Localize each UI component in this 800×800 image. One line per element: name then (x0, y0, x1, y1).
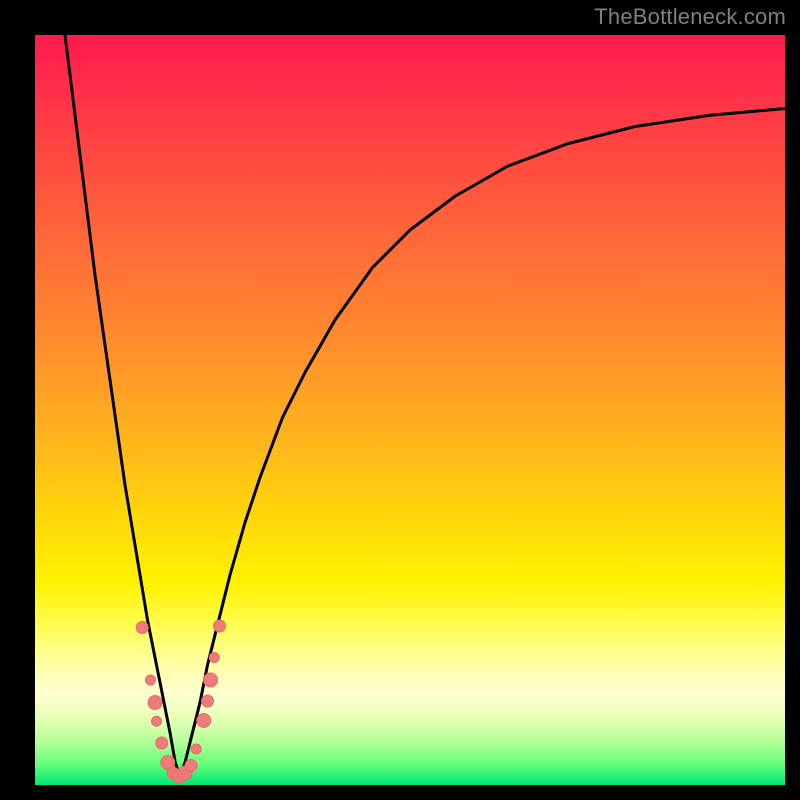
highlight-point (191, 744, 201, 754)
chart-frame: TheBottleneck.com (0, 0, 800, 800)
highlight-point (152, 716, 162, 726)
bottleneck-curve (65, 35, 785, 776)
watermark-text: TheBottleneck.com (594, 4, 786, 30)
highlight-point (204, 673, 218, 687)
highlight-point (185, 760, 197, 772)
highlight-point (197, 714, 211, 728)
plot-area (35, 35, 785, 785)
bottleneck-curve-svg (35, 35, 785, 785)
highlight-point (209, 653, 219, 663)
highlight-point (146, 675, 156, 685)
highlight-point (202, 695, 214, 707)
highlight-point (148, 696, 162, 710)
highlight-point (214, 620, 226, 632)
highlight-point (136, 622, 148, 634)
highlight-point (156, 737, 168, 749)
